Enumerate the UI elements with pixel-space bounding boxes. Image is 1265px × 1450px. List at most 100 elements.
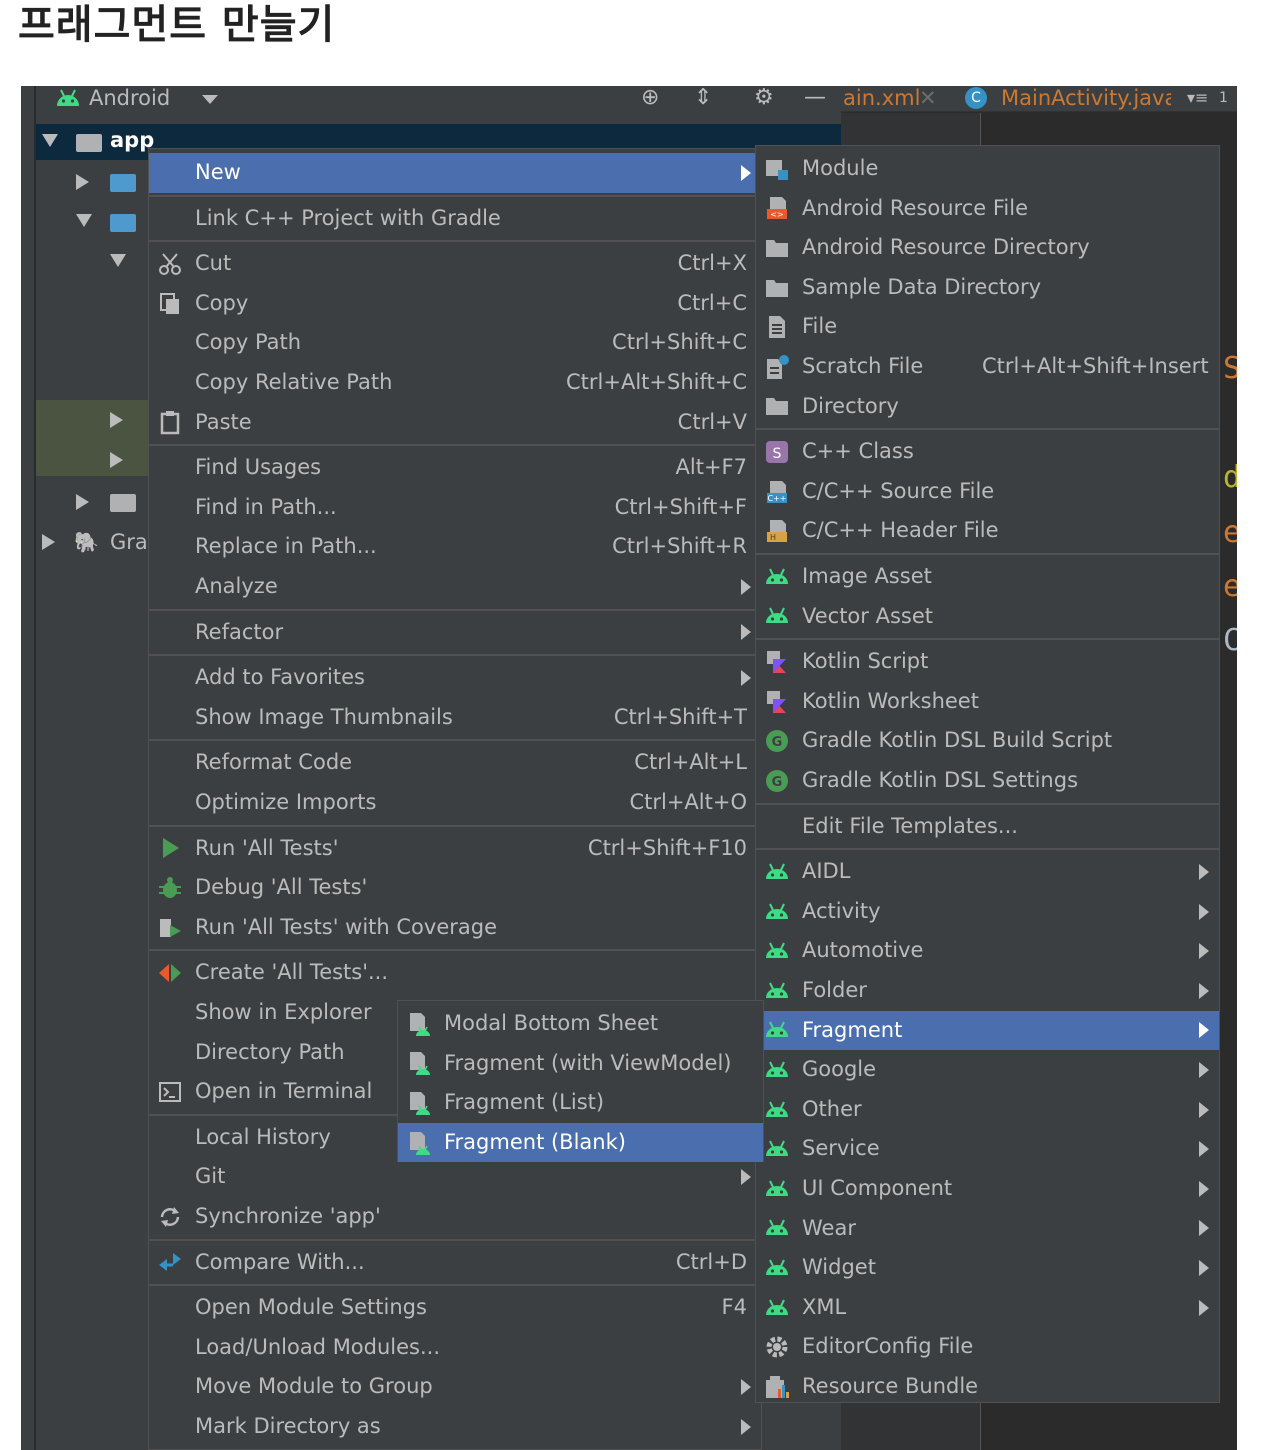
- new-item-c-c-source-file[interactable]: C++ C/C++ Source File: [756, 472, 1219, 512]
- menu-item-run-all-tests-with-coverage[interactable]: Run 'All Tests' with Coverage: [149, 908, 761, 948]
- menu-item-refactor[interactable]: Refactor: [149, 613, 761, 653]
- close-icon[interactable]: ✕: [919, 86, 937, 110]
- new-item-editorconfig-file[interactable]: EditorConfig File: [756, 1327, 1219, 1367]
- new-item-google[interactable]: Google: [756, 1050, 1219, 1090]
- menu-item-find-usages[interactable]: Find Usages Alt+F7: [149, 448, 761, 488]
- menu-item-synchronize-app[interactable]: Synchronize 'app': [149, 1197, 761, 1237]
- gradle-label[interactable]: Gra: [110, 530, 148, 554]
- menu-item-add-to-favorites[interactable]: Add to Favorites: [149, 658, 761, 698]
- menu-item-cut[interactable]: Cut Ctrl+X: [149, 244, 761, 284]
- tree-row[interactable]: [36, 250, 166, 280]
- new-item-aidl[interactable]: AIDL: [756, 852, 1219, 892]
- expand-icon[interactable]: [110, 254, 126, 267]
- tool-window-strip[interactable]: [21, 86, 35, 1450]
- new-item-service[interactable]: Service: [756, 1129, 1219, 1169]
- fragment-item-modal-bottom-sheet[interactable]: Modal Bottom Sheet: [398, 1004, 763, 1044]
- tab-layout-xml[interactable]: ain.xml: [843, 86, 920, 110]
- new-item-edit-file-templates[interactable]: Edit File Templates...: [756, 807, 1219, 847]
- chevron-down-icon[interactable]: [202, 95, 218, 104]
- menu-item-create-all-tests[interactable]: Create 'All Tests'...: [149, 953, 761, 993]
- fragment-item-fragment-blank[interactable]: Fragment (Blank): [398, 1122, 763, 1163]
- tree-row[interactable]: [36, 450, 166, 480]
- gear-icon[interactable]: ⚙: [754, 86, 774, 110]
- new-item-c-class[interactable]: S C++ Class: [756, 432, 1219, 472]
- tree-row[interactable]: [36, 410, 166, 440]
- new-item-automotive[interactable]: Automotive: [756, 931, 1219, 971]
- menu-item-paste[interactable]: Paste Ctrl+V: [149, 403, 761, 443]
- expand-icon[interactable]: [42, 134, 58, 147]
- menu-item-copy[interactable]: Copy Ctrl+C: [149, 284, 761, 324]
- new-item-sample-data-directory[interactable]: Sample Data Directory: [756, 268, 1219, 308]
- menu-item-link-c-project-with-gradle[interactable]: Link C++ Project with Gradle: [149, 199, 761, 239]
- chevron-right-icon: [1199, 1022, 1209, 1039]
- menu-item-find-in-path[interactable]: Find in Path... Ctrl+Shift+F: [149, 488, 761, 528]
- new-item-directory[interactable]: Directory: [756, 387, 1219, 427]
- new-item-activity[interactable]: Activity: [756, 892, 1219, 932]
- expand-icon[interactable]: [110, 412, 123, 428]
- expand-icon[interactable]: [76, 494, 89, 510]
- new-item-scratch-file[interactable]: Scratch File Ctrl+Alt+Shift+Insert: [756, 347, 1219, 387]
- menu-item-new[interactable]: New: [149, 153, 761, 193]
- menu-item-reformat-code[interactable]: Reformat Code Ctrl+Alt+L: [149, 743, 761, 783]
- new-item-gradle-kotlin-dsl-build-script[interactable]: G Gradle Kotlin DSL Build Script: [756, 721, 1219, 761]
- new-item-resource-bundle[interactable]: Resource Bundle: [756, 1367, 1219, 1407]
- menu-item-replace-in-path[interactable]: Replace in Path... Ctrl+Shift+R: [149, 527, 761, 567]
- menu-item-label: Copy Path: [195, 330, 302, 355]
- menu-item-analyze[interactable]: Analyze: [149, 567, 761, 607]
- code-fragment: e: [1223, 569, 1237, 604]
- new-item-gradle-kotlin-dsl-settings[interactable]: G Gradle Kotlin DSL Settings: [756, 761, 1219, 801]
- tree-row[interactable]: [36, 170, 166, 200]
- new-item-wear[interactable]: Wear: [756, 1209, 1219, 1249]
- menu-item-label: Fragment (List): [444, 1090, 605, 1115]
- new-item-folder[interactable]: Folder: [756, 971, 1219, 1011]
- new-item-android-resource-file[interactable]: <> Android Resource File: [756, 189, 1219, 229]
- menu-item-open-module-settings[interactable]: Open Module Settings F4: [149, 1288, 761, 1328]
- new-item-kotlin-script[interactable]: Kotlin Script: [756, 642, 1219, 682]
- menu-item-run-all-tests[interactable]: Run 'All Tests' Ctrl+Shift+F10: [149, 829, 761, 869]
- tab-count: 1: [1219, 90, 1228, 106]
- collapse-icon[interactable]: ⇕: [694, 86, 712, 110]
- menu-item-compare-with[interactable]: Compare With... Ctrl+D: [149, 1243, 761, 1283]
- expand-icon[interactable]: [110, 452, 123, 468]
- new-item-ui-component[interactable]: UI Component: [756, 1169, 1219, 1209]
- new-item-vector-asset[interactable]: Vector Asset: [756, 597, 1219, 637]
- menu-item-load-unload-modules[interactable]: Load/Unload Modules...: [149, 1328, 761, 1368]
- tab-main-activity[interactable]: MainActivity.java: [1001, 86, 1171, 110]
- new-item-file[interactable]: File: [756, 307, 1219, 347]
- chevron-right-icon: [741, 1379, 751, 1396]
- expand-icon[interactable]: [42, 534, 55, 550]
- tree-row[interactable]: [36, 210, 166, 240]
- menu-item-shortcut: Ctrl+X: [677, 251, 747, 276]
- tab-list-icon[interactable]: ▾≡: [1187, 86, 1208, 110]
- project-view-label[interactable]: Android: [89, 86, 170, 110]
- menu-item-debug-all-tests[interactable]: Debug 'All Tests': [149, 868, 761, 908]
- fragment-item-fragment-with-viewmodel[interactable]: Fragment (with ViewModel): [398, 1044, 763, 1084]
- menu-separator: [149, 824, 761, 827]
- new-item-c-c-header-file[interactable]: H C/C++ Header File: [756, 511, 1219, 551]
- new-item-other[interactable]: Other: [756, 1090, 1219, 1130]
- new-item-module[interactable]: Module: [756, 149, 1219, 189]
- new-item-fragment[interactable]: Fragment: [756, 1010, 1219, 1051]
- expand-icon[interactable]: [76, 174, 89, 190]
- scissors-icon: [157, 251, 183, 277]
- menu-item-copy-path[interactable]: Copy Path Ctrl+Shift+C: [149, 323, 761, 363]
- tree-row-gradle[interactable]: 🐘 Gra: [36, 530, 166, 560]
- menu-item-show-image-thumbnails[interactable]: Show Image Thumbnails Ctrl+Shift+T: [149, 698, 761, 738]
- svg-text:G: G: [772, 775, 783, 790]
- menu-item-optimize-imports[interactable]: Optimize Imports Ctrl+Alt+O: [149, 783, 761, 823]
- expand-icon[interactable]: [76, 214, 92, 227]
- new-item-image-asset[interactable]: Image Asset: [756, 557, 1219, 597]
- locate-icon[interactable]: ⊕: [641, 86, 659, 110]
- tree-row[interactable]: [36, 490, 166, 520]
- menu-item-move-module-to-group[interactable]: Move Module to Group: [149, 1367, 761, 1407]
- new-item-kotlin-worksheet[interactable]: Kotlin Worksheet: [756, 682, 1219, 722]
- menu-item-mark-directory-as[interactable]: Mark Directory as: [149, 1407, 761, 1447]
- new-item-widget[interactable]: Widget: [756, 1248, 1219, 1288]
- menu-item-shortcut: Ctrl+Alt+O: [629, 790, 747, 814]
- minimize-icon[interactable]: —: [804, 86, 826, 110]
- new-item-android-resource-directory[interactable]: Android Resource Directory: [756, 228, 1219, 268]
- fragment-item-fragment-list[interactable]: Fragment (List): [398, 1083, 763, 1123]
- menu-item-git[interactable]: Git: [149, 1157, 761, 1197]
- menu-item-copy-relative-path[interactable]: Copy Relative Path Ctrl+Alt+Shift+C: [149, 363, 761, 403]
- new-item-xml[interactable]: XML: [756, 1288, 1219, 1328]
